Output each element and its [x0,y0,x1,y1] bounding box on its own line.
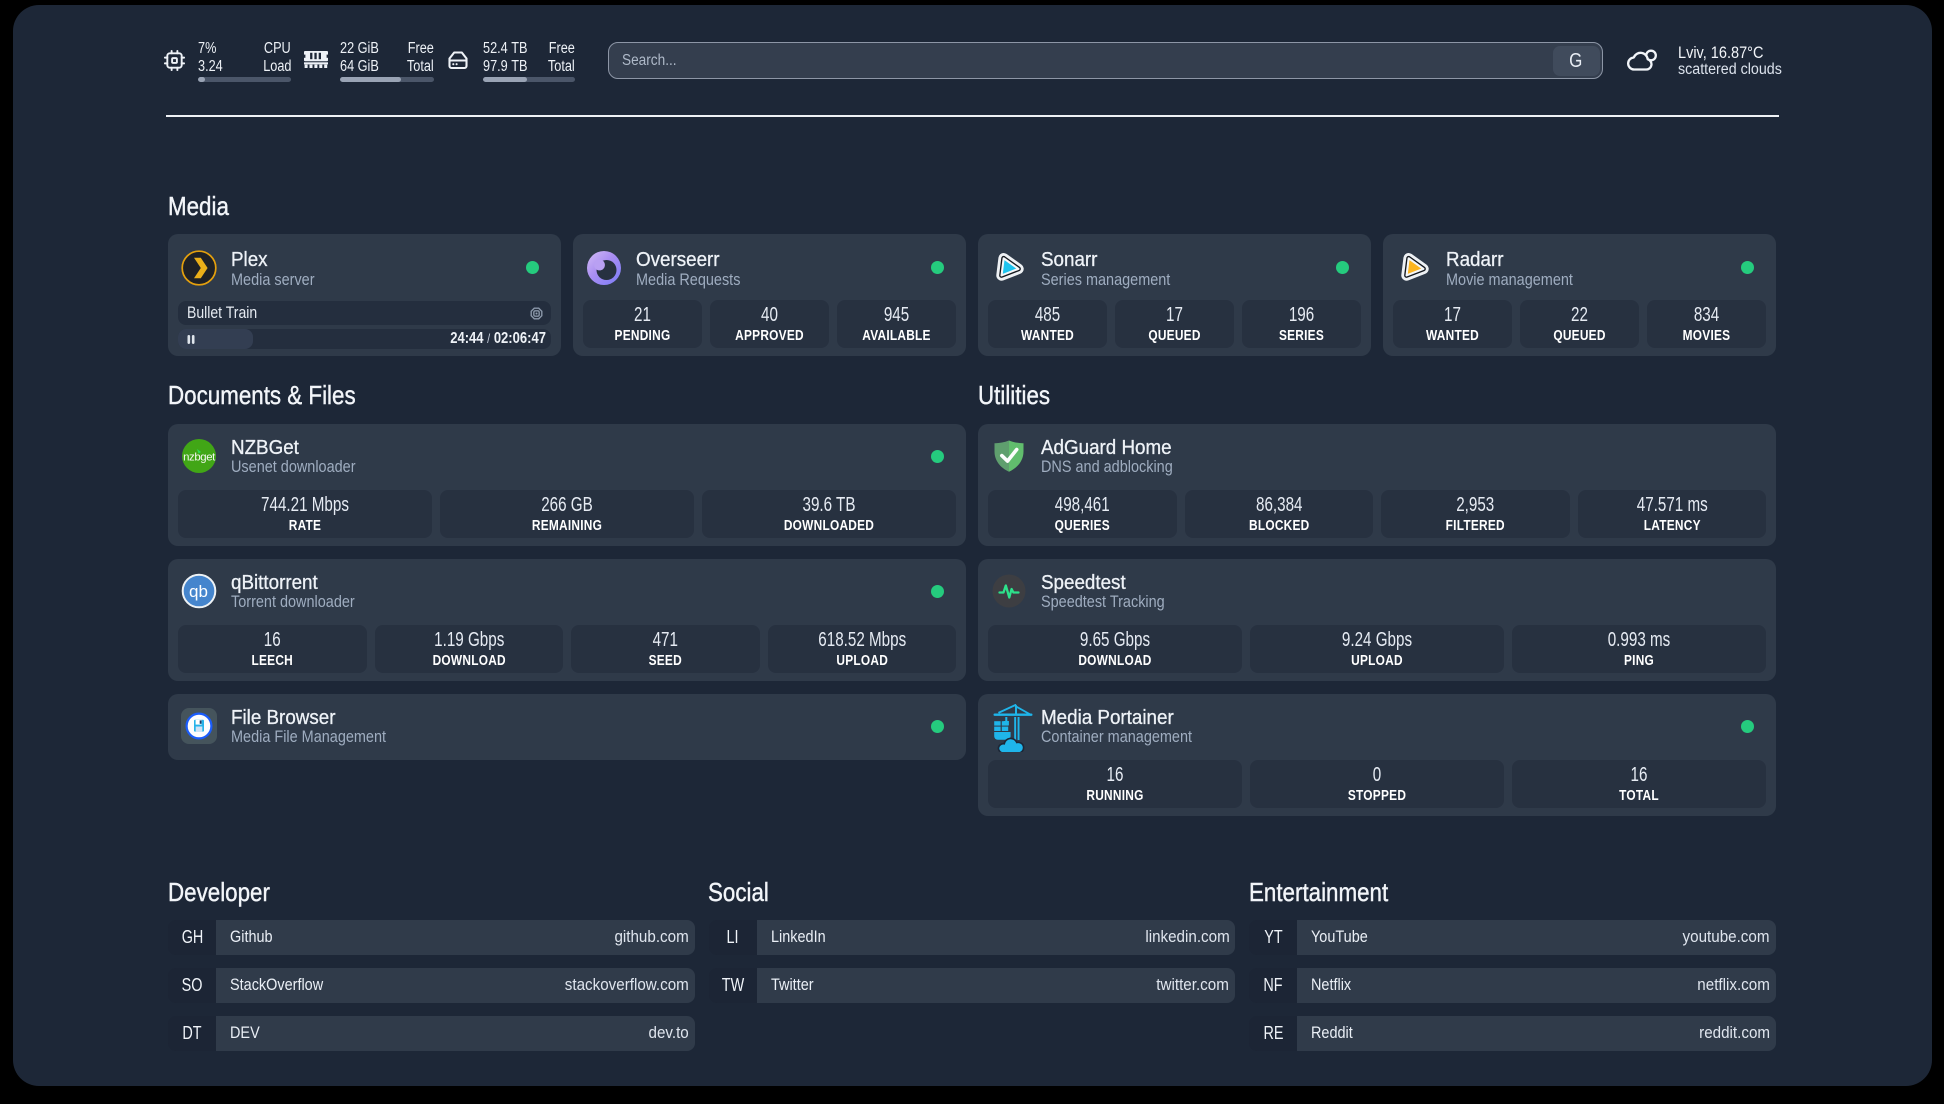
svg-text:nzbget: nzbget [183,452,216,464]
svg-text:qb: qb [189,582,208,601]
